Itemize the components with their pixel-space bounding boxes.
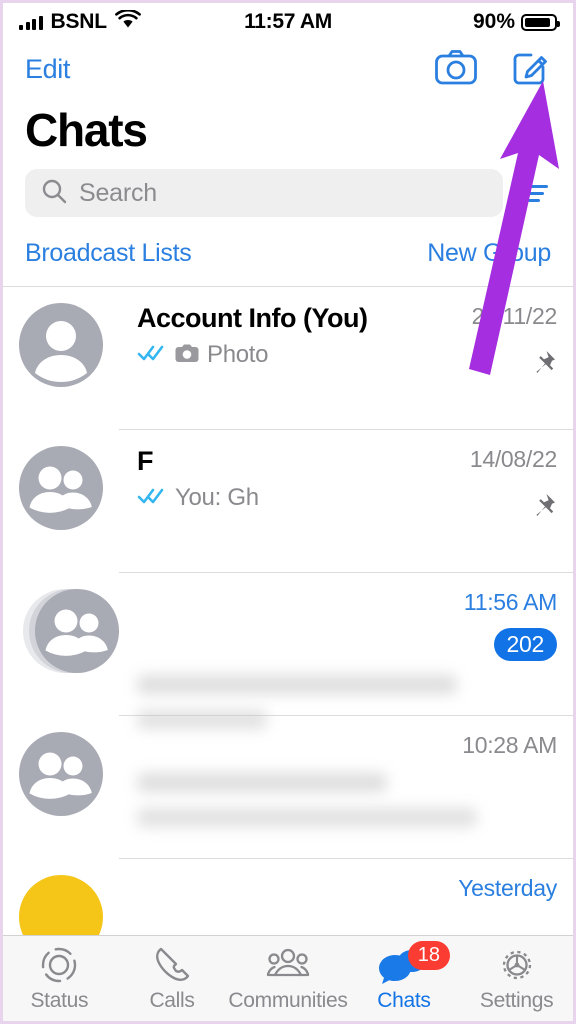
search-input[interactable]: Search bbox=[25, 169, 503, 217]
tab-label: Communities bbox=[228, 989, 348, 1012]
avatar bbox=[19, 287, 119, 430]
chat-timestamp: Yesterday bbox=[458, 875, 557, 901]
chats-unread-badge: 18 bbox=[407, 941, 450, 970]
tab-calls[interactable]: Calls bbox=[116, 936, 229, 1021]
avatar bbox=[19, 573, 119, 716]
chat-list-item[interactable]: 10:28 AM bbox=[3, 716, 573, 859]
chat-timestamp: 14/08/22 bbox=[469, 446, 557, 472]
broadcast-lists-link[interactable]: Broadcast Lists bbox=[25, 239, 192, 268]
redacted-preview bbox=[137, 773, 387, 792]
battery-percent-label: 90% bbox=[472, 10, 515, 33]
chat-list-item[interactable]: 11:56 AM 202 bbox=[3, 573, 573, 729]
page-title-block: Chats bbox=[3, 97, 573, 159]
battery-icon bbox=[521, 13, 560, 31]
chat-bubbles-icon: 18 bbox=[378, 941, 450, 986]
search-row: Search bbox=[3, 159, 573, 223]
tab-settings[interactable]: Settings bbox=[460, 936, 573, 1021]
chat-list-item[interactable]: F 14/08/22 You: Gh bbox=[3, 430, 573, 573]
compose-icon[interactable] bbox=[511, 47, 551, 92]
pin-icon bbox=[529, 349, 557, 382]
quick-links-row: Broadcast Lists New Group bbox=[3, 223, 573, 287]
chat-timestamp: 10:28 AM bbox=[462, 732, 557, 758]
status-rings-icon bbox=[37, 944, 81, 986]
chat-row-body: 10:28 AM bbox=[119, 716, 573, 859]
avatar bbox=[19, 430, 119, 573]
phone-icon bbox=[151, 944, 193, 986]
chat-name: F bbox=[137, 446, 153, 476]
edit-button[interactable]: Edit bbox=[25, 54, 70, 85]
redacted-preview bbox=[137, 808, 477, 827]
group-stacked-avatar-icon bbox=[35, 589, 119, 673]
unread-count-badge: 202 bbox=[493, 628, 557, 661]
tab-label: Chats bbox=[377, 989, 431, 1012]
chat-row-body: F 14/08/22 You: Gh bbox=[119, 430, 573, 573]
status-bar-right: 90% bbox=[472, 10, 560, 34]
pin-icon bbox=[529, 492, 557, 525]
tab-label: Status bbox=[30, 989, 89, 1012]
gear-icon bbox=[495, 944, 539, 986]
camera-attachment-icon bbox=[175, 343, 199, 368]
tab-chats[interactable]: 18 Chats bbox=[348, 936, 461, 1021]
nav-actions bbox=[435, 47, 551, 92]
chat-name: Account Info (You) bbox=[137, 303, 368, 333]
tab-bar: Status Calls Communities 18 Chats Settin… bbox=[3, 935, 573, 1021]
read-double-check-icon bbox=[137, 486, 167, 511]
filter-icon[interactable] bbox=[517, 184, 551, 202]
chat-list: Account Info (You) 26/11/22 Photo F 14/0… bbox=[3, 287, 573, 979]
camera-icon[interactable] bbox=[435, 49, 477, 90]
tab-communities[interactable]: Communities bbox=[228, 936, 348, 1021]
group-avatar-icon bbox=[19, 732, 103, 816]
chat-list-item[interactable]: Account Info (You) 26/11/22 Photo bbox=[3, 287, 573, 430]
tab-status[interactable]: Status bbox=[3, 936, 116, 1021]
chat-row-body: Account Info (You) 26/11/22 Photo bbox=[119, 287, 573, 430]
tab-label: Settings bbox=[479, 989, 554, 1012]
search-icon bbox=[41, 178, 67, 209]
new-group-link[interactable]: New Group bbox=[427, 239, 551, 268]
chat-timestamp: 26/11/22 bbox=[471, 303, 558, 329]
chat-preview: You: Gh bbox=[175, 484, 259, 511]
redacted-preview bbox=[137, 675, 457, 694]
chat-timestamp: 11:56 AM bbox=[463, 589, 557, 615]
avatar bbox=[19, 716, 119, 859]
chat-row-body: 11:56 AM 202 bbox=[119, 573, 573, 729]
page-title: Chats bbox=[25, 104, 148, 156]
whatsapp-chats-screen: BSNL 11:57 AM 90% Edit Chats Search Broa… bbox=[0, 0, 576, 1024]
status-bar: BSNL 11:57 AM 90% bbox=[3, 3, 573, 41]
read-double-check-icon bbox=[137, 343, 167, 368]
chat-preview: Photo bbox=[207, 341, 269, 368]
single-person-avatar-icon bbox=[19, 303, 103, 387]
group-avatar-icon bbox=[19, 446, 103, 530]
tab-label: Calls bbox=[149, 989, 195, 1012]
nav-bar: Edit bbox=[3, 41, 573, 97]
search-placeholder: Search bbox=[79, 178, 158, 207]
communities-icon bbox=[264, 944, 312, 986]
